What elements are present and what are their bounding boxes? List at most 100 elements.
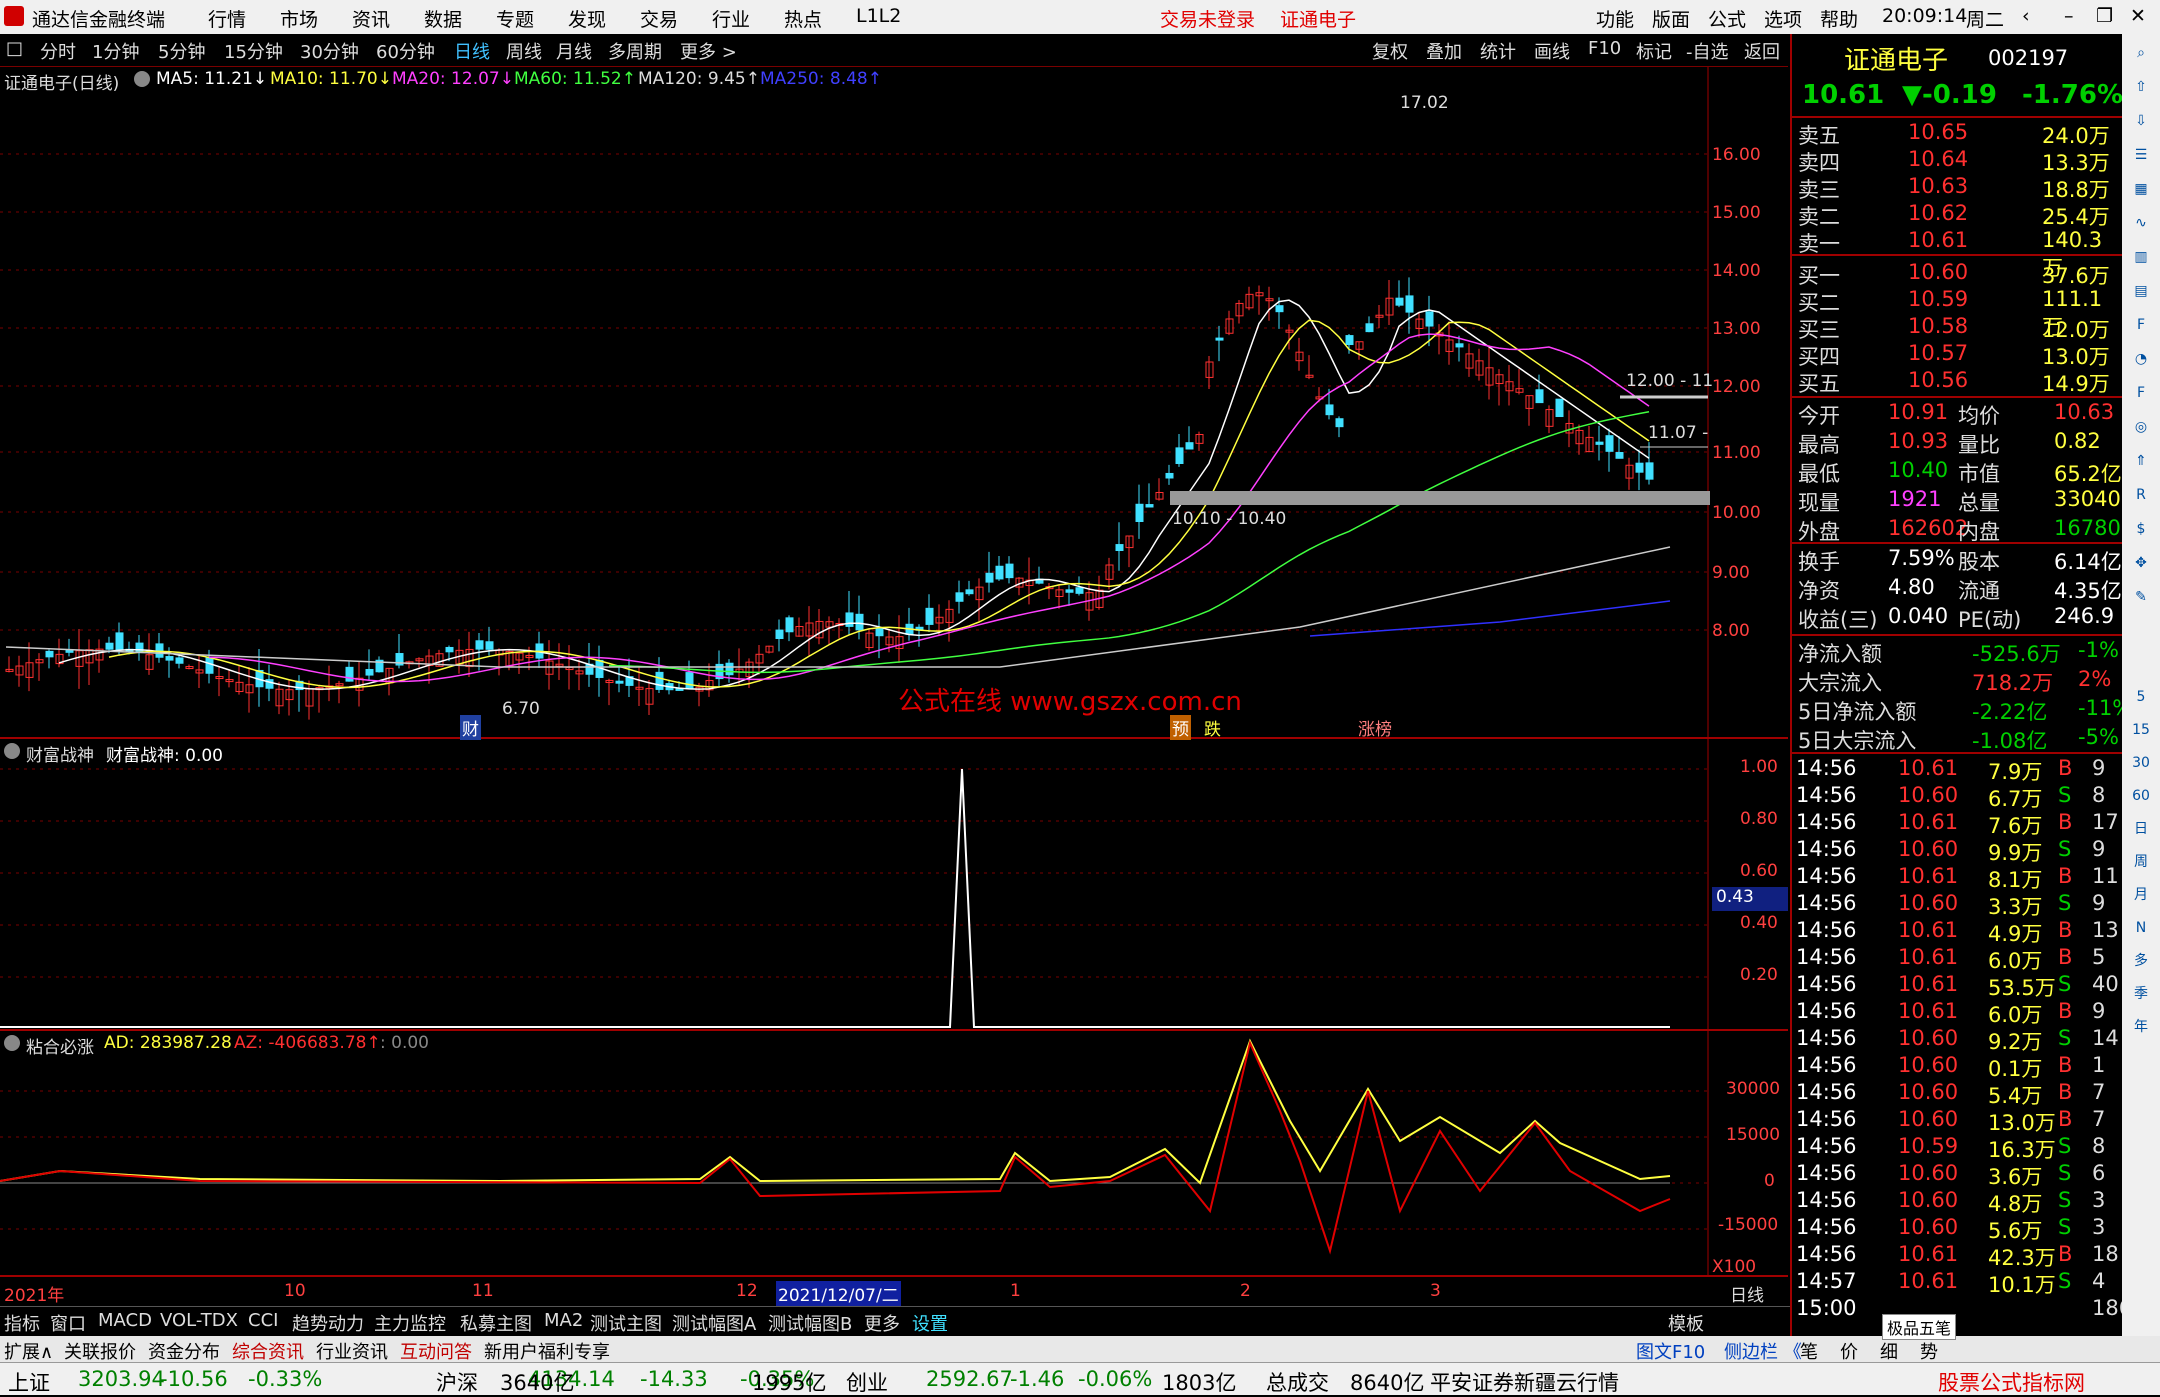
menu-item[interactable]: 行情 bbox=[208, 5, 246, 32]
grid-icon[interactable]: ▦ bbox=[2128, 176, 2154, 202]
rsi-icon[interactable]: R bbox=[2128, 482, 2154, 508]
period-tab[interactable]: 15分钟 bbox=[224, 38, 283, 64]
menu-item[interactable]: L1L2 bbox=[856, 5, 901, 27]
close-icon[interactable]: ✕ bbox=[2130, 5, 2146, 27]
indicator-tab[interactable]: 趋势动力 bbox=[292, 1310, 364, 1336]
tick-row[interactable]: 14:56 10.61 7.9万 B 9 bbox=[1792, 754, 2122, 784]
side-period-4[interactable]: 日 bbox=[2128, 816, 2154, 842]
tick-row[interactable]: 15:00 186 bbox=[1792, 1294, 2132, 1322]
search-icon[interactable]: ⌕ bbox=[2128, 40, 2154, 66]
right-tab[interactable]: 价 bbox=[1840, 1338, 1858, 1364]
coin-icon[interactable]: ◎ bbox=[2128, 414, 2154, 440]
side-period-1[interactable]: 15 bbox=[2128, 717, 2154, 743]
finance-marker[interactable]: 财 bbox=[460, 715, 481, 740]
back-icon[interactable]: ‹ bbox=[2022, 5, 2030, 27]
bar-icon[interactable]: ▥ bbox=[2128, 244, 2154, 270]
indicator-tab[interactable]: MA2 bbox=[544, 1310, 583, 1331]
list-icon[interactable]: ☰ bbox=[2128, 142, 2154, 168]
main-kline-panel[interactable]: 证通电子(日线) MA5: 11.21↓ MA10: 11.70↓ MA20: … bbox=[0, 67, 1788, 740]
period-tab[interactable]: 分时 bbox=[40, 38, 76, 64]
menu-item[interactable]: 市场 bbox=[280, 5, 318, 32]
tool-button[interactable]: 返回 bbox=[1744, 38, 1780, 64]
tick-row[interactable]: 14:56 10.61 42.3万 B 18 bbox=[1792, 1240, 2122, 1270]
line-icon[interactable]: ∿ bbox=[2128, 210, 2154, 236]
drop-marker[interactable]: 跌 bbox=[1204, 715, 1221, 740]
indicator-tab[interactable]: 主力监控 bbox=[374, 1310, 446, 1336]
indicator-tab[interactable]: 测试幅图A bbox=[672, 1310, 756, 1336]
restore-icon[interactable]: ❐ bbox=[2096, 5, 2113, 27]
side-period-2[interactable]: 30 bbox=[2128, 750, 2154, 776]
up-icon[interactable]: ⇧ bbox=[2128, 74, 2154, 100]
ask-row[interactable]: 卖一 10.61 140.3万 bbox=[1792, 226, 2122, 280]
menu-item[interactable]: 交易 bbox=[640, 5, 678, 32]
tool-button[interactable]: 叠加 bbox=[1426, 38, 1462, 64]
tick-row[interactable]: 14:56 10.61 6.0万 B 9 bbox=[1792, 997, 2122, 1027]
tick-row[interactable]: 14:56 10.60 3.6万 S 6 bbox=[1792, 1159, 2122, 1189]
info-tab[interactable]: 新用户福利专享 bbox=[484, 1338, 610, 1364]
bid-row[interactable]: 买一 10.60 37.6万 bbox=[1792, 258, 2122, 288]
indicator-tab[interactable]: 测试主图 bbox=[590, 1310, 662, 1336]
flow-row[interactable]: 5日大宗流入 -1.08亿 -5% bbox=[1792, 723, 2122, 753]
ask-row[interactable]: 卖二 10.62 25.4万 bbox=[1792, 199, 2122, 229]
tool-button[interactable]: 标记 bbox=[1636, 38, 1672, 64]
right-tab[interactable]: 图文F10 bbox=[1636, 1338, 1705, 1364]
bid-row[interactable]: 买三 10.58 12.0万 bbox=[1792, 312, 2122, 342]
period-tab-more[interactable]: 更多 > bbox=[680, 38, 737, 64]
indicator-tab[interactable]: VOL-TDX bbox=[160, 1310, 238, 1331]
period-tab[interactable]: 5分钟 bbox=[158, 38, 205, 64]
ask-row[interactable]: 卖四 10.64 13.3万 bbox=[1792, 145, 2122, 175]
menu-right-item[interactable]: 版面 bbox=[1652, 5, 1690, 32]
menu-item[interactable]: 数据 bbox=[424, 5, 462, 32]
tick-row[interactable]: 14:57 10.61 10.1万 S 4 bbox=[1792, 1267, 2122, 1297]
stat-row[interactable]: 外盘 162602 内盘 167803 bbox=[1792, 514, 2134, 544]
pen-icon[interactable]: ✎ bbox=[2128, 584, 2154, 610]
info-tab[interactable]: 资金分布 bbox=[148, 1338, 220, 1364]
indicator-tab[interactable]: 指标 bbox=[4, 1310, 40, 1336]
tick-row[interactable]: 14:56 10.60 5.4万 B 7 bbox=[1792, 1078, 2122, 1108]
menu-right-item[interactable]: 功能 bbox=[1596, 5, 1634, 32]
menu-right-item[interactable]: 选项 bbox=[1764, 5, 1802, 32]
tick-row[interactable]: 14:56 10.61 8.1万 B 11 bbox=[1792, 862, 2122, 892]
stat2-row[interactable]: 收益(三) 0.040 PE(动) 246.9 bbox=[1792, 602, 2122, 632]
tick-row[interactable]: 14:56 10.60 5.6万 S 3 bbox=[1792, 1213, 2122, 1243]
tick-row[interactable]: 14:56 10.61 53.5万 S 40 bbox=[1792, 970, 2122, 1000]
side-period-9[interactable]: 季 bbox=[2128, 981, 2154, 1007]
period-tab-active[interactable]: 日线 bbox=[454, 38, 490, 64]
fin-icon[interactable]: F bbox=[2128, 312, 2154, 338]
menu-right-item[interactable]: 公式 bbox=[1708, 5, 1746, 32]
minimize-icon[interactable]: – bbox=[2064, 5, 2074, 27]
info-tab[interactable]: 综合资讯 bbox=[232, 1338, 304, 1364]
side-period-10[interactable]: 年 bbox=[2128, 1014, 2154, 1040]
right-tab[interactable]: 侧边栏 《 bbox=[1724, 1338, 1802, 1364]
right-tab[interactable]: 细 bbox=[1880, 1338, 1898, 1364]
menu-right-item[interactable]: 帮助 bbox=[1820, 5, 1858, 32]
period-tab[interactable]: 月线 bbox=[556, 38, 592, 64]
flow-row[interactable]: 大宗流入 718.2万 2% bbox=[1792, 665, 2122, 695]
rank-marker[interactable]: 涨榜 bbox=[1358, 715, 1392, 740]
period-tab[interactable]: 1分钟 bbox=[92, 38, 139, 64]
menu-item[interactable]: 热点 bbox=[784, 5, 822, 32]
indicator-tab[interactable]: 设置 bbox=[912, 1310, 948, 1336]
side-period-7[interactable]: N bbox=[2128, 915, 2154, 941]
tick-list[interactable]: 14:56 10.61 7.9万 B 9 14:56 10.60 6.7万 S 8 14:56 10.… bbox=[1792, 754, 2132, 1366]
menu-item[interactable]: 行业 bbox=[712, 5, 750, 32]
flow-row[interactable]: 净流入额 -525.6万 -1% bbox=[1792, 636, 2122, 666]
tool-button[interactable]: F10 bbox=[1588, 38, 1621, 59]
indicator-tab[interactable]: 更多 bbox=[864, 1310, 900, 1336]
stat-row[interactable]: 今开 10.91 均价 10.63 bbox=[1792, 398, 2122, 428]
side-period-5[interactable]: 周 bbox=[2128, 849, 2154, 875]
info-tab[interactable]: 扩展∧ bbox=[4, 1338, 53, 1364]
bid-row[interactable]: 买四 10.57 13.0万 bbox=[1792, 339, 2122, 369]
side-period-8[interactable]: 多 bbox=[2128, 948, 2154, 974]
tool-button[interactable]: -自选 bbox=[1686, 38, 1729, 64]
tick-row[interactable]: 14:56 10.61 4.9万 B 13 bbox=[1792, 916, 2122, 946]
tick-row[interactable]: 14:56 10.61 6.0万 B 5 bbox=[1792, 943, 2122, 973]
tick-row[interactable]: 14:56 10.60 3.3万 S 9 bbox=[1792, 889, 2122, 919]
menu-item[interactable]: 专题 bbox=[496, 5, 534, 32]
indicator-tab[interactable]: 测试幅图B bbox=[768, 1310, 852, 1336]
down-icon[interactable]: ⇩ bbox=[2128, 108, 2154, 134]
sub-indicator-panel-2[interactable]: 粘合必涨 AD: 283987.28 AZ: -406683.78↑ : 0.0… bbox=[0, 1031, 1788, 1277]
side-period-6[interactable]: 月 bbox=[2128, 882, 2154, 908]
tick-row[interactable]: 14:56 10.60 9.2万 S 14 bbox=[1792, 1024, 2122, 1054]
stat-row[interactable]: 最高 10.93 量比 0.82 bbox=[1792, 427, 2122, 457]
